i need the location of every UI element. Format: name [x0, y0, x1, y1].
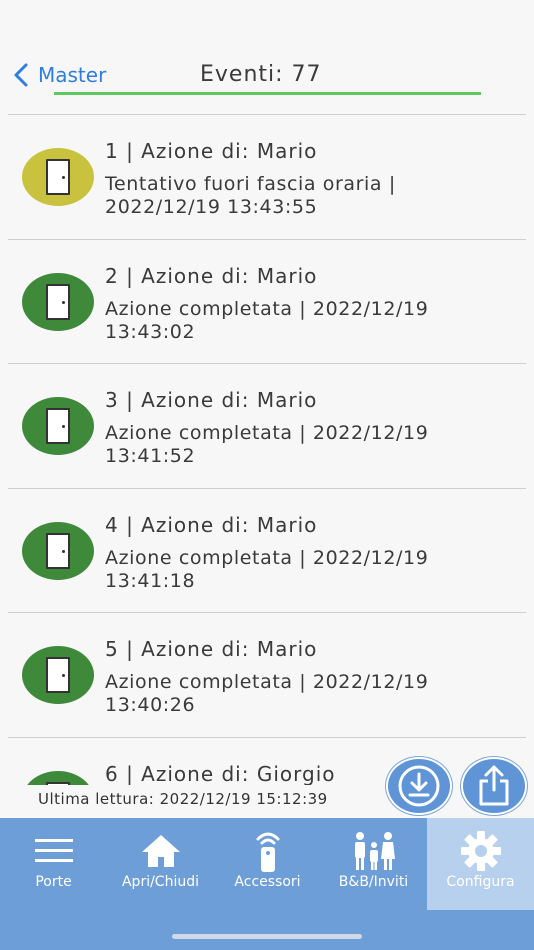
list-item[interactable]: 1 | Azione di: Mario Tentativo fuori fas…	[8, 115, 526, 240]
tab-configura[interactable]: Configura	[427, 818, 534, 910]
list-item[interactable]: 3 | Azione di: Mario Azione completata |…	[8, 364, 526, 489]
event-title: 4 | Azione di: Mario	[105, 512, 318, 537]
tab-label: Accessori	[234, 874, 301, 890]
chevron-left-icon	[14, 63, 28, 87]
event-description: Tentativo fuori fascia oraria | 2022/12/…	[105, 173, 396, 218]
event-description: Azione completata | 2022/12/19 13:43:02	[105, 297, 429, 343]
door-icon	[46, 159, 70, 195]
tab-bar: Porte Apri/Chiudi Accessori B&B/Inviti C…	[0, 818, 534, 950]
page-title: Eventi: 77	[200, 62, 322, 87]
door-icon	[46, 283, 70, 320]
door-icon	[46, 781, 70, 785]
title-underline	[54, 92, 481, 95]
event-title: 2 | Azione di: Mario	[105, 263, 318, 288]
tab-label: Configura	[446, 874, 515, 890]
download-icon	[398, 765, 440, 807]
home-indicator	[172, 934, 362, 939]
tab-label: Porte	[35, 874, 72, 890]
home-icon	[141, 835, 180, 867]
door-status-icon	[22, 148, 94, 206]
door-status-icon	[22, 521, 94, 580]
share-button[interactable]	[461, 757, 527, 815]
event-description: Azione completata | 2022/12/19 13:41:52	[105, 422, 429, 467]
door-status-icon	[22, 397, 94, 455]
tab-porte[interactable]: Porte	[0, 818, 107, 910]
gear-icon	[460, 831, 501, 871]
door-status-icon	[22, 646, 94, 704]
tab-label: Apri/Chiudi	[121, 874, 199, 890]
event-description: Azione completata | 2022/12/19 13:41:18	[105, 546, 429, 592]
door-status-icon	[22, 770, 94, 785]
tab-apri-chiudi[interactable]: Apri/Chiudi	[107, 818, 214, 910]
event-description: Azione completata | 2022/12/19 13:40:26	[105, 671, 429, 716]
event-title: 5 | Azione di: Mario	[105, 637, 318, 661]
last-read-text: Ultima lettura: 2022/12/19 15:12:39	[38, 790, 328, 808]
door-status-icon	[22, 272, 94, 331]
nav-header: Master Eventi: 77	[0, 0, 534, 116]
download-button[interactable]	[386, 757, 452, 815]
event-title: 6 | Azione di: Giorgio	[105, 761, 336, 786]
list-item[interactable]: 2 | Azione di: Mario Azione completata |…	[8, 240, 526, 364]
door-icon	[46, 657, 70, 693]
door-icon	[46, 532, 70, 569]
list-item[interactable]: 5 | Azione di: Mario Azione completata |…	[8, 613, 526, 738]
tab-accessori[interactable]: Accessori	[214, 818, 321, 910]
back-button[interactable]: Master	[12, 62, 106, 88]
remote-icon	[256, 832, 279, 872]
event-title: 3 | Azione di: Mario	[105, 388, 318, 412]
tab-label: B&B/Inviti	[338, 874, 409, 890]
family-icon	[354, 832, 395, 870]
event-title: 1 | Azione di: Mario	[105, 139, 318, 163]
event-list[interactable]: 1 | Azione di: Mario Tentativo fuori fas…	[8, 115, 526, 785]
tab-bb-inviti[interactable]: B&B/Inviti	[320, 818, 427, 910]
door-icon	[46, 408, 70, 444]
menu-icon	[34, 839, 73, 862]
share-icon	[479, 765, 509, 806]
back-label: Master	[38, 63, 107, 87]
list-item[interactable]: 4 | Azione di: Mario Azione completata |…	[8, 489, 526, 613]
